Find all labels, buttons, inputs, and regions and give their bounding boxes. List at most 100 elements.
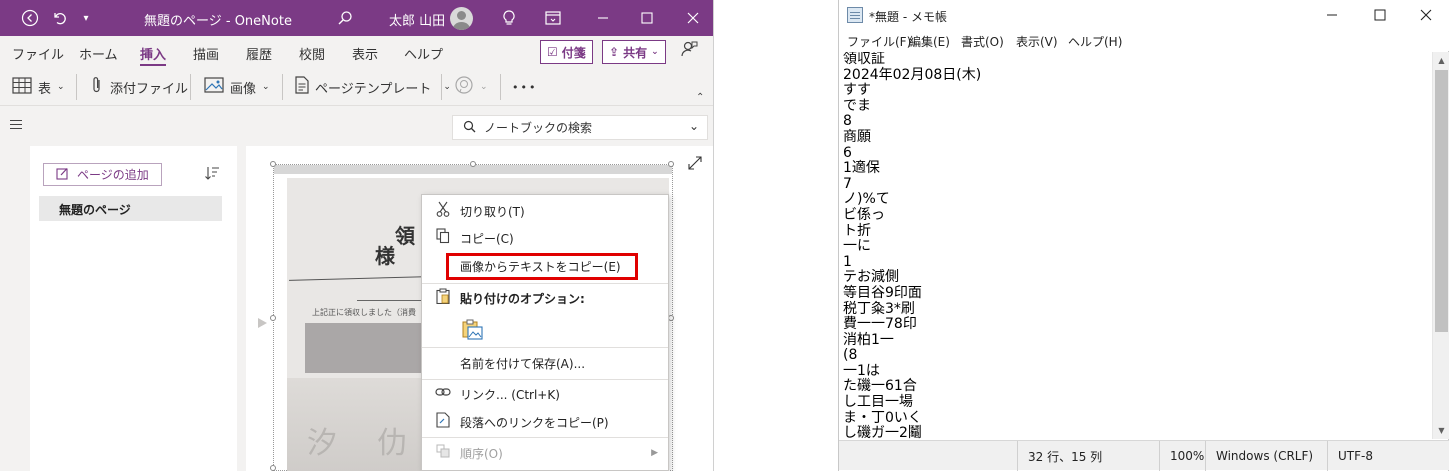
menu-separator [422,437,668,438]
image-button[interactable]: 画像 ⌄ [204,76,270,98]
scroll-down-icon[interactable]: ▼ [1433,422,1449,439]
navigation-bar: ノートブックの検索 ⌄ [0,106,713,146]
share-button[interactable]: ⇪ 共有 ⌄ [602,40,666,64]
notepad-window-title: *無題 - メモ帳 [869,10,947,24]
page-link-icon [434,412,452,432]
menu-item-paste-options: 貼り付けのオプション: [422,285,668,311]
resize-handle[interactable] [270,315,276,321]
text-line: 1 [843,253,852,270]
menu-help[interactable]: ヘルプ(H) [1068,33,1122,50]
tab-history[interactable]: 履歴 [246,44,272,63]
ribbon-display-icon[interactable] [542,0,564,36]
scroll-up-icon[interactable]: ▲ [1433,52,1449,69]
menu-separator [422,283,668,284]
onenote-window: ▾ 無題のページ - OneNote 太郎 山田 ファイル ホーム 挿入 描画 … [0,0,714,471]
paste-picture-icon[interactable] [462,319,484,341]
tab-view[interactable]: 表示 [352,44,378,63]
scrollbar-thumb[interactable] [1435,70,1448,332]
menu-item-save-as[interactable]: 名前を付けて保存(A)... [422,350,668,376]
menu-separator [422,347,668,348]
chevron-down-icon: ⌄ [443,82,451,92]
menu-item-link-label: リンク... (Ctrl+K) [460,387,560,402]
page-template-label: ページテンプレート [315,81,432,97]
menu-item-order[interactable]: 順序(O) ▶ [422,440,668,466]
quick-access-dropdown-icon[interactable]: ▾ [78,0,94,36]
menu-item-order-label: 順序(O) [460,446,503,461]
pages-pane: ページの追加 無題のページ [30,146,237,471]
picture-icon [204,77,224,97]
notepad-menu-bar: ファイル(F) 編集(E) 書式(O) 表示(V) ヘルプ(H) [839,31,1449,51]
resize-handle[interactable] [668,161,674,167]
photo-line [289,276,429,281]
feedback-icon[interactable] [680,40,698,62]
page-list-item[interactable]: 無題のページ [39,196,222,221]
menu-item-copy[interactable]: コピー(C) [422,225,668,251]
minimize-icon[interactable] [1317,4,1347,26]
tab-review[interactable]: 校閲 [299,44,325,63]
menu-format[interactable]: 書式(O) [961,33,1004,50]
sticky-note-button[interactable]: ☑ 付箋 [540,40,593,64]
collapse-ribbon-icon[interactable]: ⌃ [696,92,704,103]
undo-icon[interactable] [48,0,70,36]
search-notebooks-input[interactable]: ノートブックの検索 ⌄ [452,115,708,140]
minimize-icon[interactable] [590,0,616,36]
search-icon[interactable] [334,0,356,36]
text-line: ノ)%て [843,191,890,208]
text-line: でま [843,97,871,114]
photo-faded-glyph: 汐 [307,426,337,461]
resize-handle[interactable] [470,161,476,167]
avatar[interactable] [450,7,473,30]
menu-view[interactable]: 表示(V) [1016,33,1058,50]
tab-help[interactable]: ヘルプ [404,44,443,63]
expand-icon[interactable] [688,156,702,174]
vertical-scrollbar[interactable]: ▲ ▼ [1432,52,1449,439]
add-page-button[interactable]: ページの追加 [43,163,162,186]
text-line: 7 [843,175,852,192]
menu-item-cut[interactable]: 切り取り(T) [422,198,668,224]
share-icon: ⇪ [609,45,620,59]
window-title: 無題のページ - OneNote [144,14,292,29]
close-icon[interactable] [1411,4,1441,26]
search-icon [463,120,476,136]
resize-handle[interactable] [270,465,276,471]
text-line: 8 [843,113,852,130]
more-options-button[interactable]: ••• [512,76,537,98]
status-bar: 32 行、15 列 100% Windows (CRLF) UTF-8 [839,440,1449,471]
paragraph-handle-icon[interactable] [258,318,267,328]
chevron-down-icon: ⌄ [57,82,65,92]
text-line: 領収証 [843,52,885,67]
lightbulb-icon[interactable] [498,0,520,36]
back-icon[interactable] [18,0,42,36]
toolbar-divider [500,74,501,100]
photo-text-sama: 様 [375,244,395,268]
page-template-button[interactable]: ページテンプレート ⌄ [295,76,451,98]
menu-item-link[interactable]: リンク... (Ctrl+K) [422,381,668,407]
menu-file[interactable]: ファイル(F) [847,33,911,50]
text-line: ビ係っ [843,206,885,223]
close-icon[interactable] [680,0,706,36]
maximize-icon[interactable] [1365,4,1395,26]
text-line: し磯ガ一2鬮 [843,425,922,439]
status-line-ending: Windows (CRLF) [1205,441,1327,471]
sort-icon[interactable] [204,165,220,185]
resize-handle[interactable] [270,161,276,167]
notepad-title-bar: *無題 - メモ帳 [839,0,1449,31]
hamburger-menu-icon[interactable] [10,120,22,129]
add-page-icon [56,167,69,183]
attach-file-button[interactable]: 添付ファイル [90,76,188,98]
chat-bubble-icon [454,75,474,99]
chevron-down-icon[interactable]: ⌄ [689,119,699,133]
tab-home[interactable]: ホーム [79,44,118,63]
table-button[interactable]: 表 ⌄ [12,76,65,98]
tab-file[interactable]: ファイル [12,44,64,63]
menu-edit[interactable]: 編集(E) [909,33,950,50]
notepad-text-area[interactable]: 領収証 2024年02月08日(木) すす でま 8 商願 6 1適保 7 ノ)%て ビ係っ ト折 一に… [843,52,1430,439]
tab-insert[interactable]: 挿入 [140,44,167,66]
menu-item-cut-label: 切り取り(T) [460,204,525,219]
tab-draw[interactable]: 描画 [193,44,219,63]
maximize-icon[interactable] [634,0,660,36]
menu-item-copy-label: コピー(C) [460,231,514,246]
ribbon-toolbar: 表 ⌄ 添付ファイル 画像 ⌄ ページテンプレート ⌄ ⌄ ••• ⌃ [0,68,713,106]
menu-item-copy-paragraph-link[interactable]: 段落へのリンクをコピー(P) [422,409,668,435]
meeting-details-button[interactable]: ⌄ [454,76,488,98]
